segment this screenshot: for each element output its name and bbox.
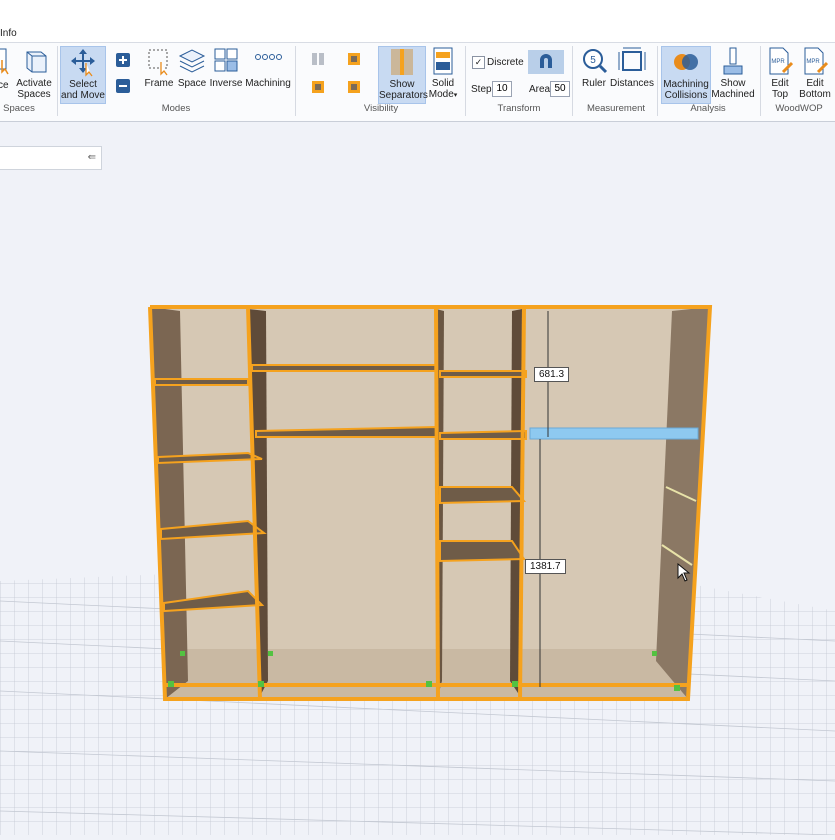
ribbon-separator [657, 46, 658, 116]
svg-text:MPR: MPR [806, 59, 820, 65]
collision-circles-icon [674, 54, 698, 70]
visibility-toggle-1[interactable] [310, 52, 326, 68]
mpr-file-edit-icon: MPR [804, 47, 828, 75]
group-label-woodwop: WoodWOP [775, 103, 823, 114]
selected-shelf-highlight[interactable] [529, 427, 699, 440]
space-button[interactable]: ce [0, 46, 12, 104]
discrete-label: Discrete [487, 57, 524, 68]
layers-icon [178, 49, 206, 73]
minus-icon [116, 79, 130, 93]
visibility-toggle-3[interactable] [310, 80, 326, 96]
ruler-icon: 5 [583, 49, 608, 74]
ribbon-separator [295, 46, 296, 116]
visibility-toggle-4[interactable] [346, 80, 362, 96]
ribbon-separator [57, 46, 58, 116]
cube-icon [26, 51, 47, 73]
space-mode-button[interactable]: Space [176, 46, 208, 104]
magnet-icon [540, 54, 552, 68]
magnet-snap-button[interactable] [528, 50, 564, 74]
svg-text:MPR: MPR [771, 59, 785, 65]
activate-spaces-button[interactable]: Activate Spaces [14, 46, 54, 104]
dimension-label-upper: 681.3 [534, 367, 570, 382]
gray-blocks-icon [312, 53, 324, 65]
ribbon-separator [465, 46, 466, 116]
group-label-spaces: Spaces [3, 103, 35, 114]
step-label: Step [471, 84, 492, 95]
select-and-move-button[interactable]: Select and Move [60, 46, 106, 104]
solid-mode-button[interactable]: Solid Mode▾ [426, 46, 460, 104]
cabinet-floor [165, 649, 688, 699]
frame-mode-button[interactable]: Frame [142, 46, 176, 104]
area-input[interactable]: 50 [550, 81, 570, 97]
plus-icon [116, 53, 130, 67]
dropdown-arrow-icon: ▾ [453, 92, 458, 99]
inverse-mode-button[interactable]: Inverse [208, 46, 244, 104]
machining-collisions-button[interactable]: Machining Collisions [661, 46, 711, 104]
solid-mode-icon [433, 47, 453, 75]
menu-item-info[interactable]: Info [0, 28, 17, 39]
ribbon-separator [760, 46, 761, 116]
3d-viewport[interactable]: 681.3 1381.7 [0, 121, 835, 836]
orange-square-icon [312, 81, 324, 93]
group-label-measurement: Measurement [586, 103, 646, 114]
distances-icon [618, 47, 646, 71]
ribbon-separator [572, 46, 573, 116]
remove-button[interactable] [114, 78, 132, 96]
group-label-transform: Transform [497, 103, 541, 114]
step-input[interactable]: 10 [492, 81, 512, 97]
show-separators-button[interactable]: Show Separators [378, 46, 428, 104]
mpr-file-edit-icon: MPR [769, 47, 793, 75]
add-button[interactable] [114, 52, 132, 70]
discrete-checkbox[interactable]: ✓ [472, 56, 485, 69]
scene-canvas [0, 305, 835, 836]
check-icon: ✓ [474, 57, 483, 67]
svg-text:5: 5 [590, 55, 596, 66]
machining-mode-button[interactable]: Machining [244, 46, 292, 104]
orange-square-icon [348, 81, 360, 93]
area-label: Area [529, 84, 551, 95]
menu-bar: Info [0, 0, 835, 42]
dimension-label-lower: 1381.7 [525, 559, 566, 574]
distances-button[interactable]: Distances [610, 46, 654, 104]
orange-square-icon [348, 53, 360, 65]
separators-icon [391, 49, 413, 75]
hand-cursor-icon [677, 563, 691, 582]
visibility-toggle-2[interactable] [346, 52, 362, 68]
frame-select-icon [148, 49, 168, 76]
group-label-analysis: Analysis [690, 103, 726, 114]
space-cursor-icon [0, 48, 9, 75]
show-machined-button[interactable]: Show Machined [711, 46, 755, 104]
group-label-visibility: Visibility [363, 103, 399, 114]
inverse-grid-icon [214, 48, 238, 72]
group-label-modes: Modes [161, 103, 191, 114]
ruler-button[interactable]: 5 Ruler [578, 46, 610, 104]
machined-part-icon [723, 47, 743, 75]
edit-top-button[interactable]: MPR Edit Top [764, 46, 796, 104]
move-arrows-icon [71, 49, 95, 77]
edit-bottom-button[interactable]: MPR Edit Bottom [797, 46, 833, 104]
drill-holes-icon [255, 54, 282, 60]
